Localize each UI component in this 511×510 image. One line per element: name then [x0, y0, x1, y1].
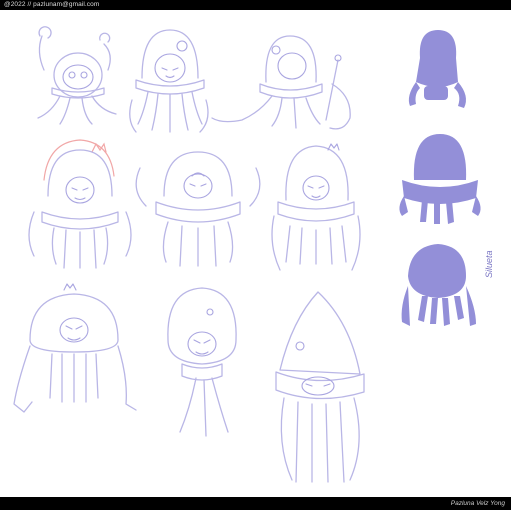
signature-text: Pazluna Velz Yong [450, 500, 505, 507]
silhouette-1 [408, 30, 466, 108]
sketch-r3-1 [13, 283, 137, 413]
sketch-r2-1 [28, 139, 132, 269]
sketch-r3-3 [275, 291, 365, 483]
silhouette-label: Silueta [484, 250, 494, 278]
sketch-r2-3 [271, 143, 361, 271]
credit-text: @2022 // pazlunam@gmail.com [4, 1, 100, 8]
silhouette-3 [401, 244, 476, 326]
top-bar: @2022 // pazlunam@gmail.com [0, 0, 511, 10]
bottom-bar: Pazluna Velz Yong [0, 497, 511, 510]
character-sketches [13, 26, 481, 483]
sketch-r1-2 [129, 29, 209, 133]
sketch-r2-2 [135, 151, 261, 267]
silhouette-2 [399, 134, 481, 224]
sketch-r3-2 [167, 287, 237, 437]
sketch-r1-3 [211, 35, 351, 130]
sketch-canvas: Silueta [0, 10, 511, 497]
sketch-r1-1 [37, 26, 117, 125]
